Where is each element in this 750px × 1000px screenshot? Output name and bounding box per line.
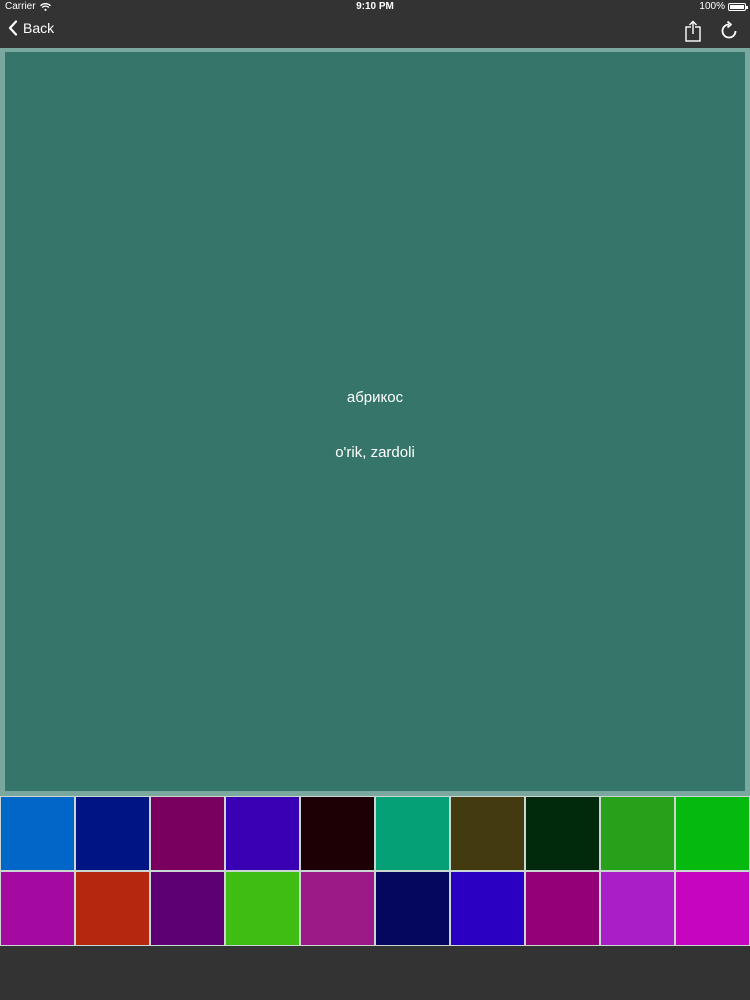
color-swatch[interactable] xyxy=(675,796,750,871)
status-time: 9:10 PM xyxy=(356,1,394,12)
color-swatch[interactable] xyxy=(300,871,375,946)
back-button[interactable]: Back xyxy=(8,20,54,36)
color-swatch[interactable] xyxy=(300,796,375,871)
word-uzbek: o'rik, zardoli xyxy=(335,444,415,461)
color-swatch[interactable] xyxy=(150,796,225,871)
color-swatch[interactable] xyxy=(675,871,750,946)
chevron-left-icon xyxy=(8,20,18,36)
battery-icon xyxy=(728,2,748,11)
refresh-icon[interactable] xyxy=(718,20,740,42)
status-bar: Carrier 9:10 PM 100% xyxy=(0,0,750,14)
color-swatch[interactable] xyxy=(600,796,675,871)
navigation-bar: Back xyxy=(0,14,750,48)
status-right: 100% xyxy=(699,1,748,12)
battery-percent: 100% xyxy=(699,1,725,12)
color-swatch[interactable] xyxy=(225,871,300,946)
bottom-bar xyxy=(0,946,750,1000)
color-swatch[interactable] xyxy=(375,871,450,946)
color-palette xyxy=(0,796,750,946)
color-swatch[interactable] xyxy=(450,796,525,871)
color-swatch[interactable] xyxy=(0,871,75,946)
color-swatch[interactable] xyxy=(75,796,150,871)
color-swatch[interactable] xyxy=(525,796,600,871)
color-swatch[interactable] xyxy=(225,796,300,871)
color-swatch[interactable] xyxy=(375,796,450,871)
color-swatch[interactable] xyxy=(600,871,675,946)
color-swatch[interactable] xyxy=(0,796,75,871)
word-russian: абрикос xyxy=(346,389,404,406)
back-label: Back xyxy=(23,20,55,36)
flashcard-frame: абрикос o'rik, zardoli xyxy=(0,48,750,796)
share-icon[interactable] xyxy=(682,20,704,42)
color-swatch[interactable] xyxy=(525,871,600,946)
color-swatch[interactable] xyxy=(450,871,525,946)
color-swatch[interactable] xyxy=(150,871,225,946)
battery-level xyxy=(730,4,744,9)
color-swatch[interactable] xyxy=(75,871,150,946)
flashcard[interactable]: абрикос o'rik, zardoli xyxy=(5,52,745,791)
